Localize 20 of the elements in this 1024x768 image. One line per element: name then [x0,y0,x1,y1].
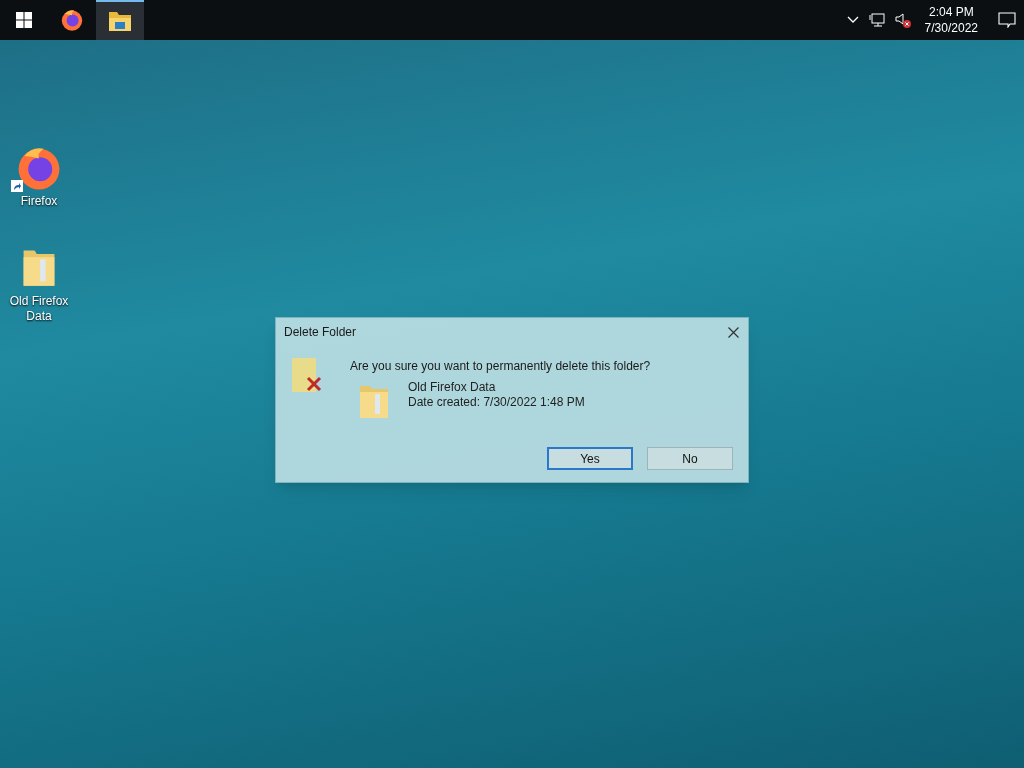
chevron-up-icon[interactable] [846,16,859,24]
dialog-title: Delete Folder [284,324,357,341]
taskbar-button[interactable] [96,0,144,40]
folder-icon [108,10,132,32]
desktop-icon-label[interactable]: Old Firefox Data [4,294,74,324]
windows-logo-icon [16,12,32,28]
folder-delete-icon [292,358,324,394]
firefox-icon [60,8,84,32]
close-icon [727,326,739,338]
clock[interactable]: 2:04 PM 7/30/2022 [920,4,982,36]
dialog-message: Are you sure you want to permanently delete this folder? [350,358,651,374]
desktop-icon-label[interactable]: Firefox [20,194,58,209]
dialog-button[interactable]: No [647,447,733,470]
notification-icon[interactable] [998,12,1016,28]
item-detail: Date created: 7/30/2022 1:48 PM [408,395,585,410]
dialog-button[interactable]: Yes [547,447,633,470]
volume-icon[interactable] [894,12,911,28]
item-name: Old Firefox Data [408,380,497,395]
network-icon[interactable] [868,12,885,28]
shortcut-arrow-icon [11,180,23,192]
